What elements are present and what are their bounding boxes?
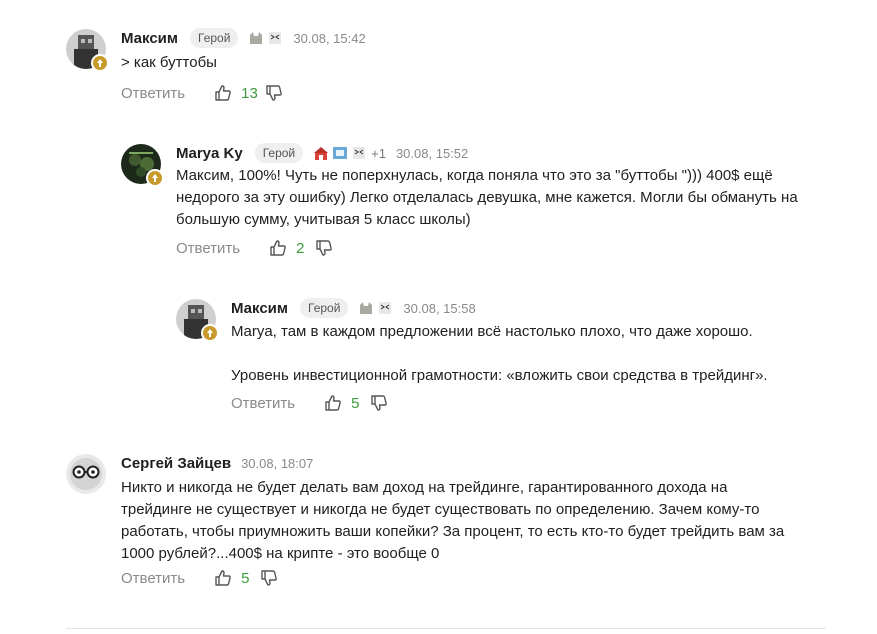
hero-badge-icon [201,324,219,342]
role-badge: Герой [190,28,239,48]
thumbs-up-icon[interactable] [268,238,288,258]
avatar[interactable] [66,29,109,72]
hero-badge-icon [146,169,164,187]
author-name[interactable]: Максим [231,300,288,317]
cat-face-sticker-icon[interactable] [377,300,393,316]
role-badge: Герой [300,298,349,318]
author-name[interactable]: Marya Ky [176,145,243,162]
sticker-list [248,30,283,46]
author-name[interactable]: Сергей Зайцев [121,455,231,472]
hero-badge-icon [91,54,109,72]
comment-text: > как буттобы [121,54,217,71]
like-count: 5 [351,394,360,412]
timestamp[interactable]: 30.08, 15:58 [403,301,475,316]
author-name[interactable]: Максим [121,30,178,47]
role-badge: Герой [254,143,304,163]
comment-text: Никто и никогда не будет делать вам дохо… [121,479,785,562]
glasses-avatar-icon [66,454,106,494]
reply-button[interactable]: Ответить [231,395,295,412]
divider [66,628,826,629]
comment-text: Marya, там в каждом предложении всё наст… [231,323,768,384]
like-count: 13 [241,84,258,102]
like-count: 2 [296,239,305,257]
thumbs-up-icon[interactable] [213,83,233,103]
thumbs-down-icon[interactable] [264,83,284,103]
timestamp[interactable]: 30.08, 15:42 [293,31,365,46]
timestamp[interactable]: 30.08, 18:07 [241,456,313,471]
red-house-sticker-icon[interactable] [313,145,329,161]
thumbs-up-icon[interactable] [323,393,343,413]
reply-button[interactable]: Ответить [121,570,185,587]
comment-text: Максим, 100%! Чуть не поперхнулась, когд… [176,167,798,228]
cat-sticker-icon[interactable] [248,30,264,46]
avatar[interactable] [176,299,219,342]
thumbs-down-icon[interactable] [369,393,389,413]
sticker-list [313,145,367,161]
thumbs-down-icon[interactable] [259,568,279,588]
more-stickers-count[interactable]: +1 [371,146,386,161]
avatar[interactable] [121,144,164,187]
timestamp[interactable]: 30.08, 15:52 [396,146,468,161]
like-count: 5 [241,569,250,587]
thumbs-down-icon[interactable] [314,238,334,258]
blue-picture-sticker-icon[interactable] [332,145,348,161]
reply-button[interactable]: Ответить [176,240,240,257]
sticker-list [358,300,393,316]
avatar[interactable] [66,454,106,494]
cat-sticker-icon[interactable] [358,300,374,316]
thumbs-up-icon[interactable] [213,568,233,588]
cat-face-sticker-icon[interactable] [267,30,283,46]
reply-button[interactable]: Ответить [121,85,185,102]
cat-face-sticker-icon[interactable] [351,145,367,161]
